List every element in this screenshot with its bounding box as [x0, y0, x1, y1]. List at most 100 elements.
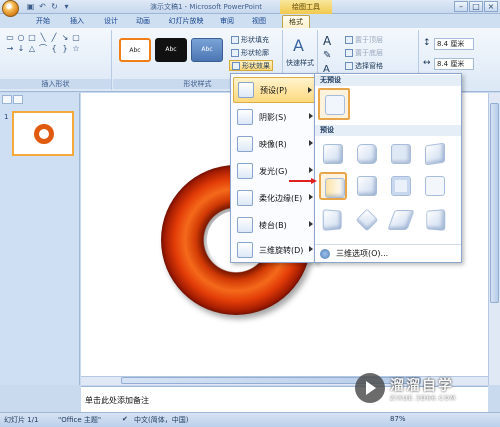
menu-item-bevel[interactable]: 棱台(B) — [233, 212, 317, 238]
style-preview-black[interactable]: Abc — [155, 38, 187, 62]
height-input[interactable]: 8.4 厘米 — [434, 38, 474, 50]
shape-arrow-icon[interactable]: ↓ — [16, 44, 26, 54]
outline-icon — [231, 48, 239, 57]
shape-oval-icon[interactable]: ○ — [16, 33, 26, 43]
vertical-scrollbar[interactable] — [488, 93, 500, 385]
submenu-arrow-icon — [308, 87, 312, 93]
slide-info: 幻灯片 1/1 — [4, 416, 39, 424]
style-preview-orange[interactable]: Abc — [119, 38, 151, 62]
submenu-arrow-icon — [309, 167, 313, 173]
shape-square-icon[interactable]: □ — [27, 33, 37, 43]
shape-arrow-icon[interactable]: ↘ — [60, 33, 70, 43]
preset-option-12[interactable] — [421, 206, 449, 234]
shape-outline-button[interactable]: 形状轮廓 — [231, 47, 269, 58]
tab-format[interactable]: 格式 — [282, 15, 310, 28]
3d-options-item[interactable]: 三维选项(O)... — [315, 244, 461, 262]
tab-view[interactable]: 视图 — [246, 15, 272, 28]
shape-line-icon[interactable]: ╱ — [49, 33, 59, 43]
effects-icon — [232, 61, 240, 70]
drawing-tools-context-label: 绘图工具 — [280, 0, 332, 14]
wordart-a-icon[interactable]: A — [293, 36, 304, 55]
fill-icon — [231, 35, 239, 44]
preset-option-2[interactable] — [353, 140, 381, 168]
tab-animations[interactable]: 动画 — [130, 15, 156, 28]
close-button[interactable]: × — [484, 1, 498, 12]
thumbnail-ring-shape — [34, 124, 54, 144]
menu-item-reflection[interactable]: 映像(R) — [233, 131, 317, 157]
shape-arrow-icon[interactable]: → — [5, 44, 15, 54]
rotation-3d-icon — [237, 242, 253, 258]
bring-to-front-button[interactable]: 置于顶层 — [345, 34, 383, 45]
preset-option-1[interactable] — [319, 140, 347, 168]
office-button[interactable] — [2, 0, 19, 17]
preset-swatch — [325, 95, 345, 115]
quick-access-toolbar: ▣ ↶ ↻ ▾ — [26, 2, 71, 12]
slides-pane: 1 — [0, 93, 80, 385]
outline-tab[interactable] — [13, 95, 23, 104]
customize-qat-icon[interactable]: ▾ — [62, 2, 71, 11]
zoom-level[interactable]: 87% — [390, 415, 406, 423]
shape-rect-icon[interactable]: ▢ — [71, 33, 81, 43]
send-back-icon — [345, 48, 353, 57]
shape-triangle-icon[interactable]: △ — [27, 44, 37, 54]
preset-swatch — [391, 176, 411, 196]
preset-none-option[interactable] — [318, 88, 350, 120]
tab-design[interactable]: 设计 — [98, 15, 124, 28]
preset-option-11[interactable] — [387, 206, 415, 234]
tab-home[interactable]: 开始 — [30, 15, 56, 28]
text-outline-icon[interactable]: ✎ — [323, 50, 331, 61]
tab-insert[interactable]: 插入 — [64, 15, 90, 28]
menu-item-3d-rotation[interactable]: 三维旋转(D) — [233, 237, 317, 263]
slide-thumbnail[interactable] — [12, 111, 74, 156]
menu-item-soft-edges[interactable]: 柔化边缘(E) — [233, 185, 317, 211]
height-icon: ↕ — [423, 38, 431, 48]
shape-bracket-icon[interactable]: { — [49, 44, 59, 54]
window-controls: – □ × — [454, 1, 498, 12]
submenu-arrow-icon — [309, 194, 313, 200]
menu-item-preset[interactable]: 预设(P) — [233, 77, 317, 103]
preset-option-5[interactable] — [319, 172, 347, 200]
selection-pane-button[interactable]: 选择窗格 — [345, 60, 383, 71]
send-to-back-button[interactable]: 置于底层 — [345, 47, 383, 58]
shape-bracket-icon[interactable]: } — [60, 44, 70, 54]
maximize-button[interactable]: □ — [469, 1, 483, 12]
language-indicator[interactable]: 中文(简体，中国) — [134, 415, 188, 425]
save-icon[interactable]: ▣ — [26, 2, 35, 11]
shape-fill-button[interactable]: 形状填充 — [231, 34, 269, 45]
shape-rect-icon[interactable]: ▭ — [5, 33, 15, 43]
redo-icon[interactable]: ↻ — [50, 2, 59, 11]
ribbon-tabs: 开始 插入 设计 动画 幻灯片放映 审阅 视图 格式 — [0, 14, 500, 28]
red-arrow-annotation — [289, 178, 317, 184]
shapes-gallery[interactable]: ▭ ○ □ ╲ ╱ ↘ ▢ → ↓ △ ⌒ { } ☆ — [5, 33, 85, 54]
spellcheck-icon[interactable]: ✔ — [122, 415, 128, 423]
shape-star-icon[interactable]: ☆ — [71, 44, 81, 54]
preset-option-4[interactable] — [421, 140, 449, 168]
text-fill-icon[interactable]: A — [323, 34, 331, 48]
menu-item-shadow[interactable]: 阴影(S) — [233, 104, 317, 130]
slides-tab[interactable] — [2, 95, 12, 104]
preset-header: 预设 — [315, 125, 461, 136]
glow-icon — [237, 163, 253, 179]
shadow-icon — [237, 109, 253, 125]
preset-option-9[interactable] — [319, 206, 347, 234]
preset-option-10[interactable] — [353, 206, 381, 234]
quick-styles-button[interactable]: 快速样式 — [286, 58, 314, 68]
tab-review[interactable]: 审阅 — [214, 15, 240, 28]
preset-icon — [238, 82, 254, 98]
shape-effects-button[interactable]: 形状效果 — [229, 60, 273, 71]
preset-submenu: 无预设 预设 三维选项(O)... — [314, 73, 462, 263]
preset-option-7[interactable] — [387, 172, 415, 200]
preset-option-6[interactable] — [353, 172, 381, 200]
tab-slideshow[interactable]: 幻灯片放映 — [162, 15, 210, 28]
preset-option-3[interactable] — [387, 140, 415, 168]
style-preview-blue[interactable]: Abc — [191, 38, 223, 62]
shape-curve-icon[interactable]: ⌒ — [38, 44, 48, 54]
minimize-button[interactable]: – — [454, 1, 468, 12]
undo-icon[interactable]: ↶ — [38, 2, 47, 11]
width-input[interactable]: 8.4 厘米 — [434, 58, 474, 70]
vertical-scroll-thumb[interactable] — [490, 103, 499, 303]
shape-line-icon[interactable]: ╲ — [38, 33, 48, 43]
preset-swatch — [426, 209, 446, 231]
preset-swatch — [325, 178, 345, 198]
preset-option-8[interactable] — [421, 172, 449, 200]
